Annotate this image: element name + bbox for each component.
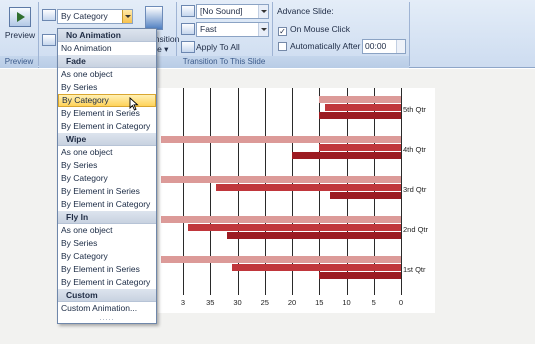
x-tick-label: 10 [342,298,351,307]
mouse-cursor-icon [129,97,139,111]
speed-combo[interactable]: Fast [196,22,269,37]
dropdown-item[interactable]: By Series [58,81,156,94]
x-tick-label: 0 [398,298,404,307]
chart-bar [319,112,401,119]
dropdown-item[interactable]: No Animation [58,42,156,55]
chart-bar [215,184,401,191]
speed-combo-value: Fast [200,24,217,34]
apply-to-all-button[interactable]: Apply To All [196,42,240,52]
dropdown-item[interactable]: By Series [58,237,156,250]
chart-bar [161,256,401,263]
chart-bar [161,136,401,143]
dropdown-item[interactable]: As one object [58,68,156,81]
custom-animation-icon[interactable] [42,34,56,46]
dropdown-section-header: Fade [58,55,156,68]
chart-bar [319,96,401,103]
apply-to-all-icon [181,41,195,53]
automatically-after-checkbox[interactable]: Automatically After [278,41,360,52]
animate-dropdown-list: No Animation No Animation Fade As one objec… [57,28,157,324]
sound-combo-value: [No Sound] [200,6,243,16]
chevron-down-icon[interactable] [258,5,268,18]
category-label: 1st Qtr [403,265,426,274]
checkbox-unchecked-icon [278,42,287,51]
dropdown-item[interactable]: By Category [58,172,156,185]
animate-combo[interactable]: By Category [57,9,133,24]
chart-bar [330,192,401,199]
preview-icon [9,7,31,27]
category-label: 5th Qtr [403,105,426,114]
animate-combo-value: By Category [61,11,108,21]
chart-bar [232,264,401,271]
x-tick-label: 5 [371,298,376,307]
chart-bar [292,152,401,159]
automatically-after-label: Automatically After [290,41,361,51]
animate-icon [42,9,56,21]
resize-grip-icon[interactable]: ..... [58,315,156,324]
bar-chart[interactable]: 0 5 10 15 20 25 30 35 3 1st Qtr 2nd Qtr 3rd Qtr 4th … [158,88,435,313]
dropdown-item[interactable]: As one object [58,146,156,159]
dropdown-item[interactable]: By Category [58,250,156,263]
advance-slide-label: Advance Slide: [277,6,334,16]
chevron-down-icon[interactable] [258,23,268,36]
sound-combo[interactable]: [No Sound] [196,4,269,19]
dropdown-section-header: No Animation [58,29,156,42]
category-label: 2nd Qtr [403,225,429,234]
dropdown-item[interactable]: By Element in Series [58,107,156,120]
automatically-after-time-field[interactable]: 00:00 [362,39,406,54]
chevron-down-icon[interactable] [122,10,132,23]
dropdown-item[interactable]: By Element in Category [58,120,156,133]
category-label: 4th Qtr [403,145,426,154]
spinner-icon[interactable] [396,40,405,53]
gridline [210,88,212,295]
dropdown-item[interactable]: By Series [58,159,156,172]
group-separator [409,2,410,66]
x-tick-label: 20 [287,298,297,307]
chart-bar [161,216,401,223]
gridline [401,88,402,295]
on-mouse-click-label: On Mouse Click [290,24,350,34]
dropdown-item[interactable]: Custom Animation... [58,302,156,315]
chart-bar [188,224,401,231]
dropdown-section-header: Custom [58,289,156,302]
time-value: 00:00 [365,41,387,51]
sound-icon [181,5,195,17]
dropdown-item[interactable]: By Element in Category [58,198,156,211]
dropdown-item[interactable]: By Category [58,94,156,107]
chart-bar [319,272,401,279]
chart-bar [161,176,401,183]
x-tick-label: 30 [233,298,242,307]
dropdown-section-header: Wipe [58,133,156,146]
speed-icon [181,23,195,35]
chart-bar [324,104,401,111]
preview-group-caption: Preview [0,56,38,68]
gridline [183,88,184,295]
on-mouse-click-checkbox[interactable]: ✓ On Mouse Click [278,24,350,36]
transition-thumbnail-icon[interactable] [145,6,163,30]
x-tick-label: 3 [180,298,186,307]
x-tick-label: 15 [315,298,324,307]
chart-bar [319,144,401,151]
dropdown-item[interactable]: By Element in Category [58,276,156,289]
dropdown-item[interactable]: By Element in Series [58,263,156,276]
dropdown-item[interactable]: By Element in Series [58,185,156,198]
category-label: 3rd Qtr [403,185,427,194]
x-tick-label: 25 [260,298,269,307]
preview-label: Preview [4,30,36,40]
preview-button[interactable]: Preview [2,3,38,53]
chart-bar [226,232,401,239]
dropdown-section-header: Fly In [58,211,156,224]
dropdown-item[interactable]: As one object [58,224,156,237]
x-tick-label: 35 [206,298,215,307]
checkbox-checked-icon: ✓ [278,27,287,36]
